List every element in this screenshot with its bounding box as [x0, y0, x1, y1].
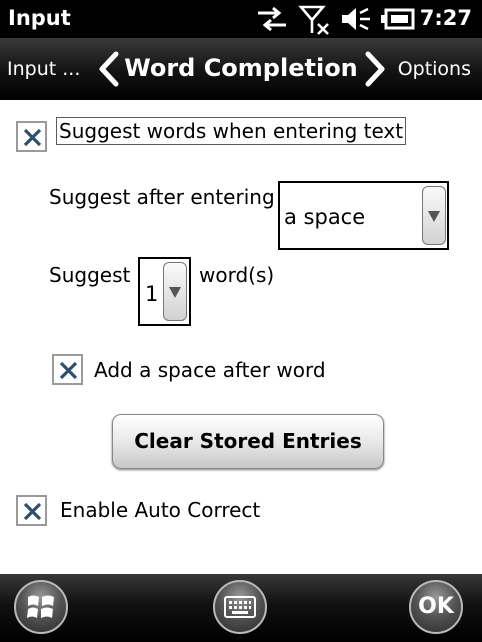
keyboard-icon — [224, 596, 256, 618]
no-signal-icon — [298, 5, 329, 35]
chevron-down-icon — [169, 287, 181, 298]
check-x-icon — [23, 128, 42, 147]
navigation-bar: Input ... Word Completion Options — [0, 38, 482, 100]
suggest-count-suffix: word(s) — [199, 263, 275, 287]
ok-label: OK — [418, 594, 454, 619]
suggest-count-dropdown[interactable]: 1 — [138, 257, 191, 326]
suggest-after-label: Suggest after entering — [49, 185, 275, 209]
suggest-after-dropdown[interactable]: a space — [278, 181, 449, 250]
chevron-right-icon[interactable] — [362, 51, 388, 87]
dropdown-button[interactable] — [422, 186, 446, 245]
clock: 7:27 — [419, 6, 472, 30]
ok-button[interactable]: OK — [409, 580, 463, 634]
auto-correct-checkbox[interactable] — [16, 495, 47, 526]
suggest-words-checkbox[interactable] — [16, 121, 47, 152]
keyboard-button[interactable] — [213, 580, 267, 634]
count-dropdown-button[interactable] — [163, 262, 187, 321]
clear-stored-entries-button[interactable]: Clear Stored Entries — [112, 414, 384, 469]
settings-panel: Suggest words when entering text Suggest… — [0, 100, 482, 574]
app-title: Input — [8, 6, 71, 30]
suggest-count-label: Suggest — [49, 263, 131, 287]
check-x-icon — [23, 502, 42, 521]
add-space-label[interactable]: Add a space after word — [94, 358, 326, 382]
windows-logo-icon — [27, 595, 54, 618]
bottom-bar: OK — [0, 574, 482, 642]
battery-icon — [381, 8, 415, 30]
data-sync-icon — [258, 6, 286, 32]
suggest-words-label[interactable]: Suggest words when entering text — [56, 117, 407, 145]
start-button[interactable] — [14, 580, 68, 634]
suggest-count-value: 1 — [145, 282, 159, 306]
add-space-checkbox[interactable] — [52, 354, 83, 385]
check-x-icon — [59, 361, 78, 380]
suggest-after-value: a space — [284, 205, 366, 229]
volume-icon — [342, 7, 370, 31]
auto-correct-label[interactable]: Enable Auto Correct — [60, 498, 260, 522]
status-bar: Input 7:27 — [0, 0, 482, 38]
chevron-down-icon — [428, 211, 440, 222]
nav-next-link[interactable]: Options — [398, 58, 471, 80]
